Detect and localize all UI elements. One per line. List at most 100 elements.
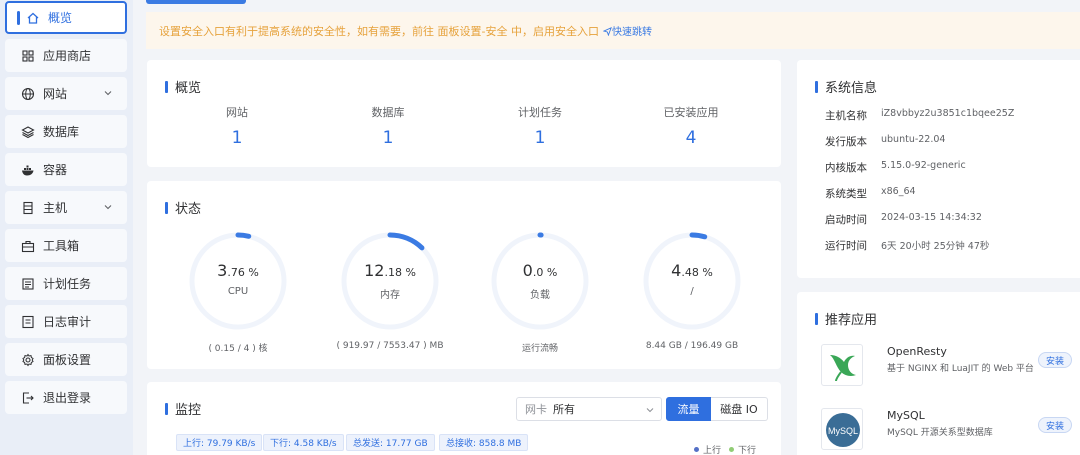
memory-gauge: 12.18 % 内存 [340,231,440,331]
logout-icon [21,391,35,405]
card-title: 状态 [165,198,201,217]
sidebar-item-panel-settings[interactable]: 面板设置 [5,343,127,376]
recommended-apps-card: 推荐应用 OpenResty 基于 NGINX 和 LuaJIT 的 Web 平… [797,292,1080,455]
chevron-down-icon [646,408,654,413]
legend-dot [729,447,734,452]
sysinfo-row-boot-time: 启动时间 2024-03-15 14:34:32 [825,212,982,227]
top-accent-strip [146,0,246,4]
install-button[interactable]: 安装 [1038,352,1072,368]
sidebar-item-website[interactable]: 网站 [5,77,127,110]
status-title: 状态 [175,202,202,217]
cpu-gauge: 3.76 % CPU [188,231,288,331]
gauge-footnote: ( 919.97 / 7553.47 ) MB [336,341,444,351]
sidebar: 概览 应用商店 网站 数据库 容器 主机 工具箱 计划任务 日志审计 面板设置 … [0,0,133,455]
mysql-logo: MySQL [821,408,863,450]
task-icon [21,277,35,291]
sysinfo-value: x86_64 [881,186,916,197]
sidebar-item-scheduled-tasks[interactable]: 计划任务 [5,267,127,300]
active-indicator [17,10,20,25]
sidebar-item-label: 数据库 [43,125,80,139]
stat-value[interactable]: 4 [601,128,781,148]
sidebar-item-label: 网站 [43,87,68,101]
gauge-label: 内存 [380,290,400,301]
quick-jump-link[interactable]: 快速跳转 [602,23,652,38]
sysinfo-row-arch: 系统类型 x86_64 [825,186,916,201]
toolbox-icon [21,239,35,253]
gauge-label: CPU [227,286,249,297]
sidebar-item-log-audit[interactable]: 日志审计 [5,305,127,338]
card-title: 推荐应用 [815,309,877,328]
legend-upload[interactable]: 上行 [694,443,721,455]
monitor-title: 监控 [175,403,202,418]
sidebar-item-app-store[interactable]: 应用商店 [5,39,127,72]
tab-disk-io[interactable]: 磁盘 IO [711,397,768,421]
quick-jump-label: 快速跳转 [611,27,652,38]
gauge-value: 12.18 % [364,261,416,280]
sidebar-item-logout[interactable]: 退出登录 [5,381,127,414]
stat-label: 已安装应用 [663,106,719,119]
install-button[interactable]: 安装 [1038,417,1072,433]
status-card: 状态 3.76 % CPU ( 0.15 / 4 ) 核 12.18 % 内存 … [147,181,781,369]
stat-installed-apps[interactable]: 已安装应用 4 [601,104,781,148]
total-received-tag: 总接收: 858.8 MB [439,434,529,451]
tab-traffic[interactable]: 流量 [666,397,711,421]
select-value: 所有 [553,403,575,416]
gear-icon [21,353,35,367]
sysinfo-value: 5.15.0-92-generic [881,160,966,171]
app-description: MySQL 开源关系型数据库 [887,428,993,438]
gauge-footnote: 8.44 GB / 196.49 GB [645,341,739,351]
sysinfo-value: 2024-03-15 14:34:32 [881,212,982,223]
sysinfo-key: 主机名称 [825,110,867,122]
send-icon [602,27,612,37]
sidebar-item-container[interactable]: 容器 [5,153,127,186]
sysinfo-value: iZ8vbbyz2u3851c1bqee25Z [881,108,1015,119]
log-icon [21,315,35,329]
apps-title: 推荐应用 [825,313,878,328]
home-icon [26,11,40,25]
globe-icon [21,87,35,101]
sysinfo-row-distro: 发行版本 ubuntu-22.04 [825,134,945,149]
docker-icon [21,163,35,177]
app-name: OpenResty [887,345,947,358]
sidebar-item-label: 退出登录 [43,391,92,405]
sidebar-item-label: 概览 [48,11,73,25]
gauge-value: 4.48 % [671,261,713,280]
app-description: 基于 NGINX 和 LuaJIT 的 Web 平台 [887,364,1034,374]
server-icon [21,201,35,215]
notice-text: 设置安全入口有利于提高系统的安全性，如有需要，前往 面板设置-安全 中，启用安全… [159,24,599,38]
load-gauge: 0.0 % 负载 [490,231,590,331]
sidebar-item-label: 工具箱 [43,239,80,253]
gauge-value: 3.76 % [217,261,259,280]
overview-title: 概览 [175,81,202,96]
sidebar-item-label: 计划任务 [43,277,92,291]
download-rate-tag: 下行: 4.58 KB/s [263,434,344,451]
openresty-logo [821,344,863,386]
sidebar-item-label: 面板设置 [43,353,92,367]
chevron-down-icon [104,205,112,210]
gauge-label: 负载 [530,290,550,301]
security-notice: 设置安全入口有利于提高系统的安全性，如有需要，前往 面板设置-安全 中，启用安全… [146,12,1080,49]
sysinfo-row-kernel: 内核版本 5.15.0-92-generic [825,160,966,175]
sidebar-item-toolbox[interactable]: 工具箱 [5,229,127,262]
sidebar-item-host[interactable]: 主机 [5,191,127,224]
card-title: 监控 [165,399,201,418]
legend-download[interactable]: 下行 [729,443,756,455]
gauge-footnote: ( 0.15 / 4 ) 核 [208,344,268,354]
gauge-label: / [690,286,694,297]
sysinfo-title: 系统信息 [825,81,878,96]
sidebar-item-label: 容器 [43,163,68,177]
sidebar-item-database[interactable]: 数据库 [5,115,127,148]
chevron-down-icon [104,91,112,96]
sysinfo-row-hostname: 主机名称 iZ8vbbyz2u3851c1bqee25Z [825,108,1014,123]
legend-label: 上行 [703,446,722,455]
network-card-select[interactable]: 网卡 所有 [516,397,662,421]
sysinfo-key: 内核版本 [825,162,867,174]
disk-gauge: 4.48 % / [642,231,742,331]
total-sent-tag: 总发送: 17.77 GB [346,434,435,451]
upload-rate-tag: 上行: 79.79 KB/s [176,434,263,451]
apps-icon [21,49,35,63]
sysinfo-key: 发行版本 [825,136,867,148]
sidebar-item-label: 主机 [43,201,68,215]
sidebar-item-overview[interactable]: 概览 [5,1,127,34]
sysinfo-value: ubuntu-22.04 [881,134,946,145]
